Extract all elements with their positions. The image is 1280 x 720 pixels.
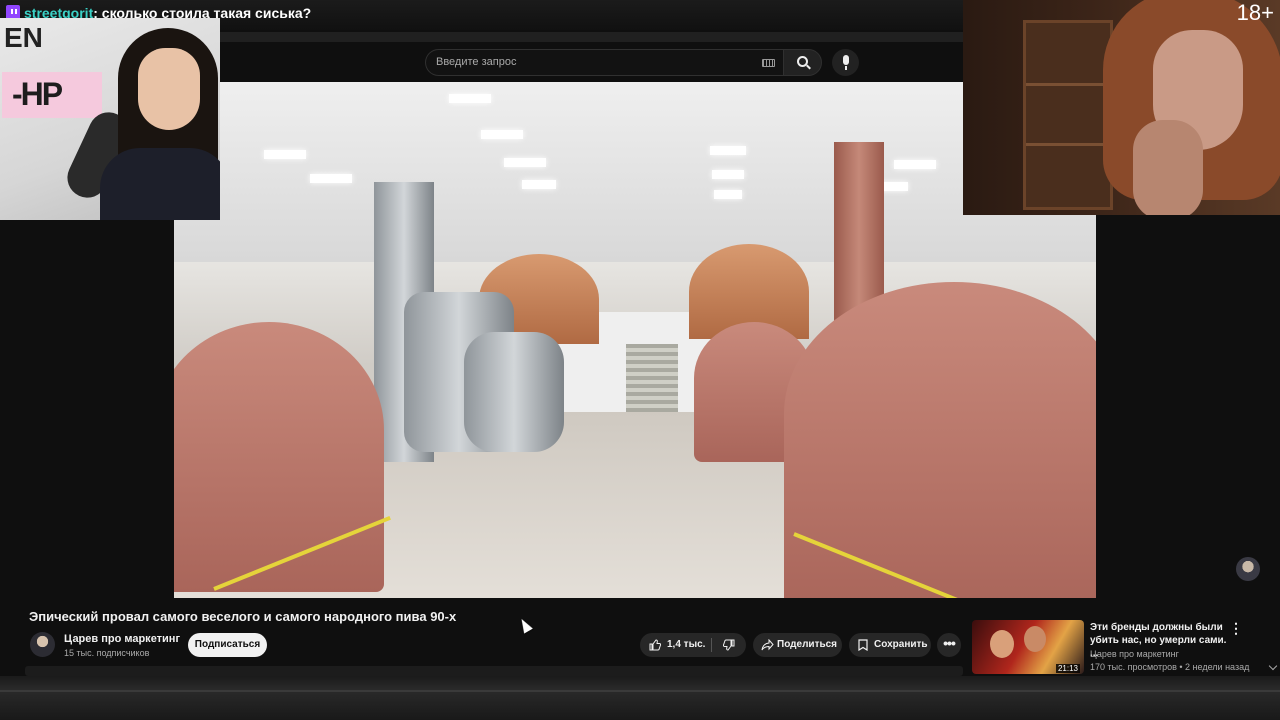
keyboard-icon[interactable]: [762, 59, 775, 67]
search-input[interactable]: Введите запрос: [425, 49, 783, 76]
share-icon: [761, 639, 774, 651]
voice-search-button[interactable]: [832, 49, 859, 76]
video-frame-light: [310, 174, 352, 183]
screen: streetgorit: сколько стоила такая сиська…: [0, 0, 1280, 720]
webcam-person-body: [100, 148, 220, 220]
header-divider: [220, 32, 963, 42]
video-frame-stairs: [626, 344, 678, 414]
like-divider: [711, 638, 712, 652]
video-frame-light: [714, 190, 742, 199]
like-dislike-group: 1,4 тыс.: [640, 633, 746, 657]
thumbnail-face: [1024, 626, 1046, 652]
search-button[interactable]: [783, 49, 822, 76]
video-frame-light: [710, 146, 746, 155]
share-button[interactable]: Поделиться: [753, 633, 842, 657]
channel-watermark-avatar[interactable]: [1236, 557, 1260, 581]
recommended-menu-button[interactable]: ⋮: [1229, 620, 1243, 636]
video-frame-light: [481, 130, 523, 139]
thumbs-up-icon: [649, 639, 661, 651]
age-rating-badge: 18+: [1236, 0, 1274, 25]
video-frame-light: [264, 150, 306, 159]
like-count: 1,4 тыс.: [667, 639, 706, 650]
video-frame-tank: [464, 332, 564, 452]
save-label: Сохранить: [874, 639, 928, 650]
bookmark-icon: [858, 639, 868, 651]
save-button[interactable]: Сохранить: [849, 633, 931, 657]
search-icon-handle: [806, 64, 811, 70]
like-button[interactable]: 1,4 тыс.: [640, 633, 710, 657]
video-frame-kettle: [174, 322, 384, 592]
mouse-cursor-icon: [517, 616, 533, 634]
stream-bottom-bar: [0, 676, 1280, 720]
video-frame-chimney: [834, 142, 884, 322]
video-frame-light: [504, 158, 546, 167]
webcam-logo-sign: -HP: [2, 72, 102, 118]
streamer-webcam: EN -HP: [0, 18, 220, 220]
recommended-video-meta: 170 тыс. просмотров • 2 недели назад: [1090, 662, 1250, 672]
webcam-person-hand: [1133, 120, 1203, 215]
subscriber-count: 15 тыс. подписчиков: [64, 648, 150, 658]
video-frame-light: [712, 170, 744, 179]
more-actions-button[interactable]: •••: [937, 633, 961, 657]
microphone-icon: [843, 55, 849, 65]
description-scrollbar[interactable]: [25, 666, 963, 676]
recommended-video-channel[interactable]: Царев про маркетинг: [1090, 649, 1179, 659]
thumbs-down-icon[interactable]: [723, 639, 735, 651]
stream-bottom-divider: [0, 690, 1280, 692]
video-frame-ceiling: [174, 82, 1096, 262]
video-player[interactable]: [174, 82, 1096, 598]
webcam-person-face: [138, 48, 200, 130]
webcam-shelf: [1023, 20, 1113, 210]
video-frame-light: [522, 180, 556, 189]
share-label: Поделиться: [777, 639, 838, 650]
video-frame-light: [894, 160, 936, 169]
webcam-logo: EN: [4, 22, 43, 53]
channel-name[interactable]: Царев про маркетинг: [64, 633, 180, 645]
video-duration: 21:13: [1055, 664, 1080, 673]
channel-avatar[interactable]: [30, 632, 55, 657]
youtube-header: Введите запрос: [220, 42, 963, 82]
guest-webcam: 18+: [963, 0, 1280, 215]
video-frame-light: [449, 94, 491, 103]
search-placeholder: Введите запрос: [436, 56, 517, 68]
recommended-video-thumbnail[interactable]: 21:13: [972, 620, 1084, 674]
video-title: Эпический провал самого веселого и самог…: [29, 609, 457, 624]
microphone-icon-stem: [845, 66, 847, 70]
subscribe-button[interactable]: Подписаться: [188, 633, 267, 657]
thumbnail-face: [990, 630, 1014, 658]
chevron-down-icon[interactable]: [1268, 661, 1278, 671]
